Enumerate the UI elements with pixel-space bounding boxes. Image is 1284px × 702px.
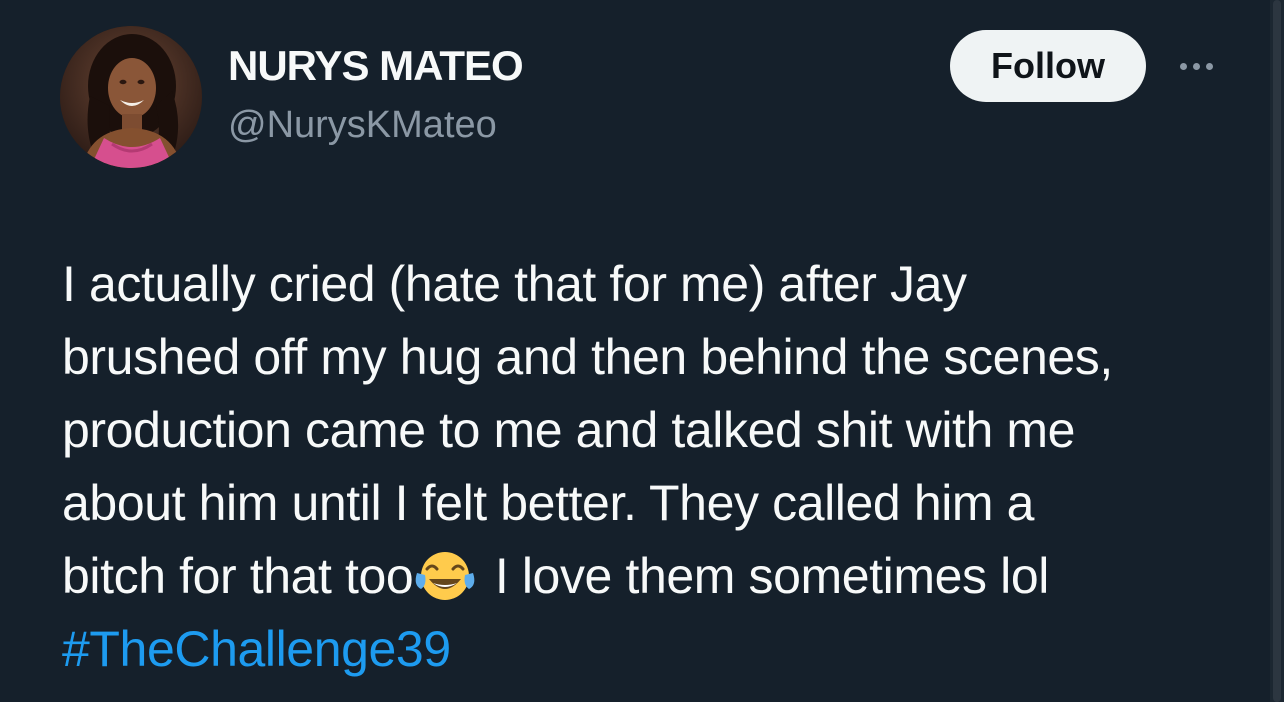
tweet-line: I actually cried (hate that for me) afte…: [62, 256, 967, 312]
tweet-text: I actually cried (hate that for me) afte…: [62, 248, 1252, 686]
tweet-line: about him until I felt better. They call…: [62, 475, 1035, 531]
face-with-tears-of-joy-icon: [416, 552, 475, 600]
avatar-image: [60, 26, 202, 168]
tweet-line-part: bitch for that too: [62, 548, 414, 604]
tweet-line-part: I love them sometimes lol: [481, 548, 1050, 604]
tweet-line: bitch for that too I love them sometimes…: [62, 540, 1252, 613]
author-handle[interactable]: @NurysKMateo: [228, 104, 497, 147]
more-options-icon[interactable]: [1170, 48, 1222, 84]
tweet-line: #TheChallenge39: [62, 613, 1252, 686]
author-display-name[interactable]: NURYS MATEO: [228, 42, 524, 90]
follow-button[interactable]: Follow: [950, 30, 1146, 102]
hashtag-link[interactable]: #TheChallenge39: [62, 621, 451, 677]
scrollbar-thumb[interactable]: [1273, 0, 1281, 702]
scrollbar-track[interactable]: [1270, 0, 1284, 702]
tweet-line: production came to me and talked shit wi…: [62, 402, 1076, 458]
author-avatar[interactable]: [60, 26, 202, 168]
tweet-line: brushed off my hug and then behind the s…: [62, 329, 1113, 385]
